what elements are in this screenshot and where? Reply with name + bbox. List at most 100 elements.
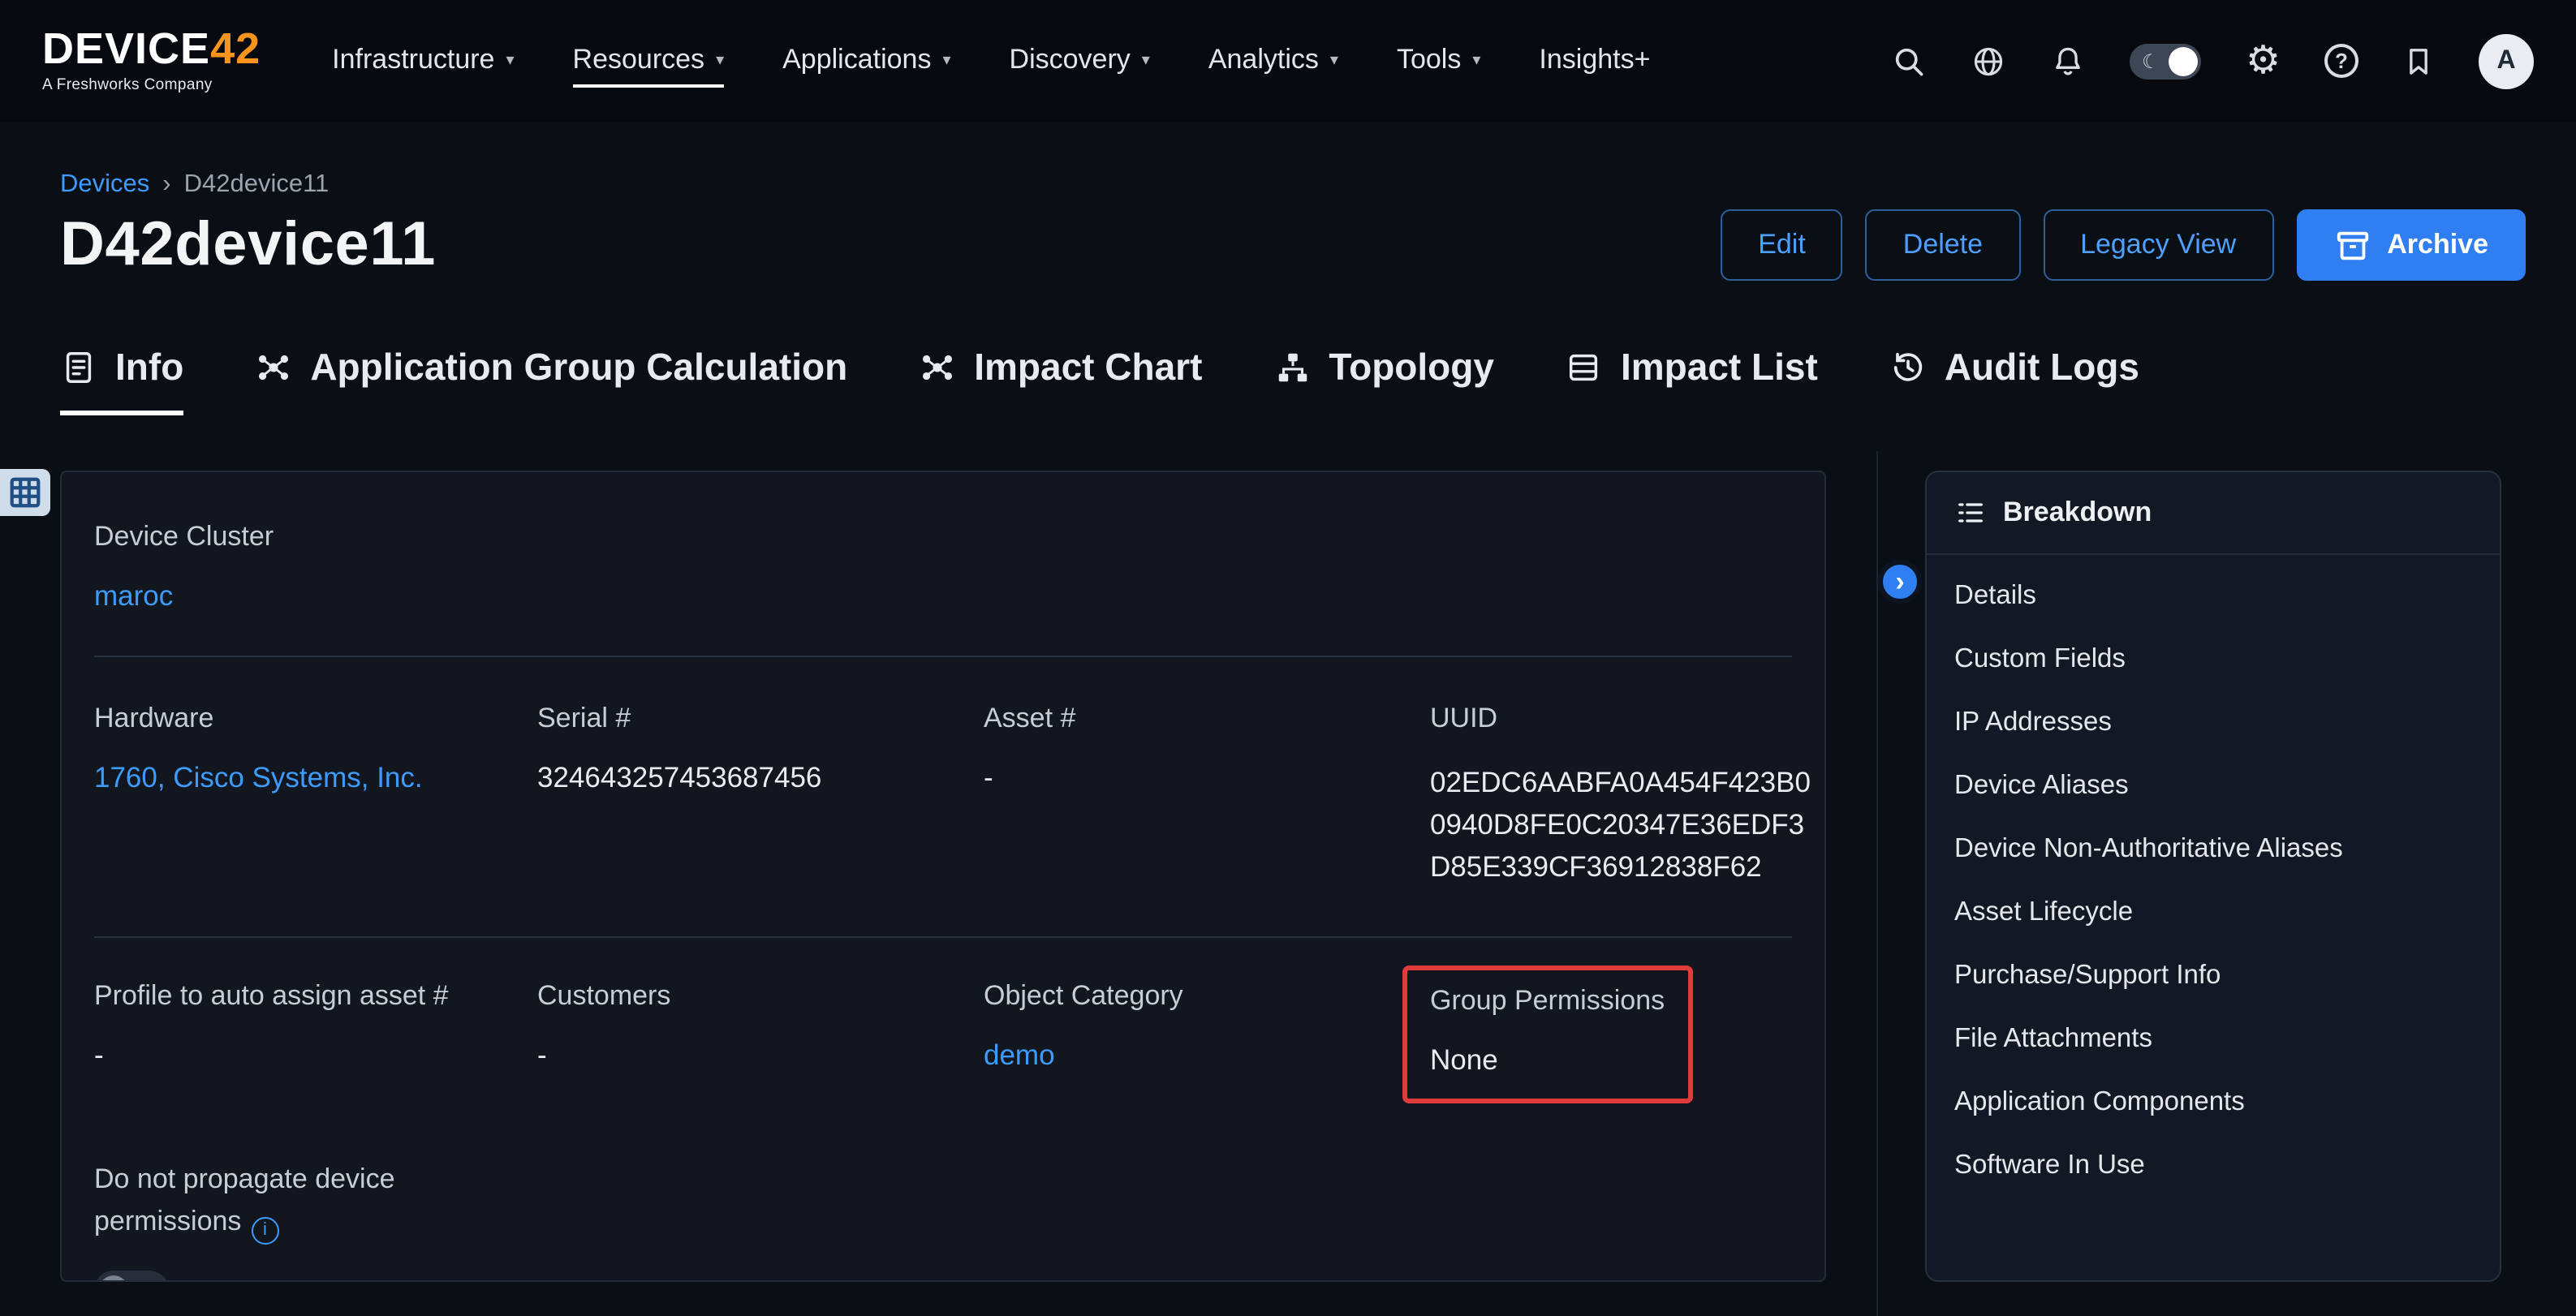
logo-subtitle: A Freshworks Company — [42, 76, 261, 94]
side-flyout-button[interactable] — [0, 469, 50, 516]
tab-application-group-calculation[interactable]: Application Group Calculation — [255, 346, 847, 415]
info-icon[interactable]: i — [251, 1216, 278, 1244]
theme-toggle[interactable]: ☾ — [2130, 43, 2202, 79]
breakdown-item-ip-addresses[interactable]: IP Addresses — [1927, 691, 2500, 755]
tab-label: Audit Logs — [1945, 346, 2139, 389]
tab-label: Topology — [1329, 346, 1494, 389]
nav-item-label: Tools — [1397, 43, 1461, 75]
chevron-down-icon: ▾ — [942, 52, 950, 70]
page-title: D42device11 — [60, 210, 436, 280]
tab-audit-logs[interactable]: Audit Logs — [1889, 346, 2139, 415]
serial-value: 324643257453687456 — [537, 761, 984, 795]
breadcrumb-devices-link[interactable]: Devices — [60, 170, 149, 200]
breakdown-item-asset-lifecycle[interactable]: Asset Lifecycle — [1927, 881, 2500, 944]
nav-item-label: Discovery — [1010, 43, 1131, 75]
propagate-permissions-label: Do not propagate device permissionsi — [94, 1159, 464, 1244]
note-icon — [60, 349, 97, 386]
group-permissions-highlight: Group Permissions None — [1402, 965, 1692, 1103]
divider — [94, 656, 1792, 657]
tab-impact-chart[interactable]: Impact Chart — [919, 346, 1202, 415]
tab-label: Info — [115, 346, 183, 389]
hierarchy-icon — [1273, 349, 1311, 386]
tab-label: Application Group Calculation — [310, 346, 847, 389]
device-cluster-value[interactable]: maroc — [94, 579, 1792, 613]
chevron-down-icon: ▾ — [1330, 52, 1338, 70]
breakdown-item-non-authoritative-aliases[interactable]: Device Non-Authoritative Aliases — [1927, 818, 2500, 881]
nav-item-discovery[interactable]: Discovery ▾ — [1010, 43, 1150, 87]
archive-button[interactable]: Archive — [2296, 209, 2526, 281]
gear-icon[interactable]: ⚙ — [2246, 41, 2281, 80]
uuid-value: 02EDC6AABFA0A454F423B00940D8FE0C20347E36… — [1430, 761, 1811, 888]
breakdown-item-software-in-use[interactable]: Software In Use — [1927, 1134, 2500, 1198]
edit-button[interactable]: Edit — [1721, 209, 1843, 281]
group-permissions-value: None — [1430, 1043, 1665, 1077]
breakdown-title: Breakdown — [2003, 497, 2152, 529]
search-icon[interactable] — [1892, 43, 1928, 79]
profile-auto-assign-value: - — [94, 1039, 537, 1073]
nav-item-infrastructure[interactable]: Infrastructure ▾ — [332, 43, 514, 87]
chevron-down-icon: ▾ — [1472, 52, 1480, 70]
profile-auto-assign-field: Profile to auto assign asset # - — [94, 980, 537, 1103]
device-details-panel: Device Cluster maroc Hardware 1760, Cisc… — [60, 471, 1826, 1282]
help-icon[interactable]: ? — [2324, 44, 2358, 78]
nav-item-applications[interactable]: Applications ▾ — [782, 43, 950, 87]
hardware-value[interactable]: 1760, Cisco Systems, Inc. — [94, 761, 537, 795]
customers-value: - — [537, 1039, 984, 1073]
archive-label: Archive — [2387, 229, 2488, 261]
globe-icon[interactable] — [1971, 43, 2007, 79]
network-nodes-icon — [255, 349, 292, 386]
logo-brand: DEVICE — [42, 24, 210, 73]
device42-app: DEVICE42 A Freshworks Company Infrastruc… — [0, 0, 2576, 1316]
delete-button[interactable]: Delete — [1866, 209, 2020, 281]
group-permissions-field: Group Permissions None — [1430, 980, 1792, 1103]
breakdown-item-purchase-support-info[interactable]: Purchase/Support Info — [1927, 944, 2500, 1008]
chevron-right-icon: › — [1895, 566, 1904, 598]
group-permissions-label: Group Permissions — [1430, 985, 1665, 1017]
serial-field: Serial # 324643257453687456 — [537, 703, 984, 888]
tab-topology[interactable]: Topology — [1273, 346, 1494, 415]
breadcrumb: Devices › D42device11 — [0, 170, 2576, 200]
tab-impact-list[interactable]: Impact List — [1566, 346, 1818, 415]
tab-info[interactable]: Info — [60, 346, 183, 415]
nav-item-resources[interactable]: Resources ▾ — [573, 43, 725, 87]
breakdown-item-custom-fields[interactable]: Custom Fields — [1927, 628, 2500, 691]
nav-item-analytics[interactable]: Analytics ▾ — [1208, 43, 1338, 87]
tab-bar: Info Application Group Calculation Impac… — [0, 346, 2576, 415]
nav-item-label: Applications — [782, 43, 931, 75]
top-navbar: DEVICE42 A Freshworks Company Infrastruc… — [0, 0, 2576, 122]
object-category-label: Object Category — [984, 980, 1430, 1013]
breadcrumb-current: D42device11 — [184, 170, 330, 200]
chevron-down-icon: ▾ — [1142, 52, 1150, 70]
tab-label: Impact Chart — [974, 346, 1202, 389]
toggle-knob — [99, 1275, 128, 1282]
object-category-value[interactable]: demo — [984, 1039, 1430, 1073]
asset-label: Asset # — [984, 703, 1430, 735]
bell-icon[interactable] — [2051, 43, 2087, 79]
breakdown-item-device-aliases[interactable]: Device Aliases — [1927, 755, 2500, 818]
nav-item-label: Insights+ — [1539, 43, 1650, 75]
propagate-permissions-toggle[interactable] — [94, 1270, 169, 1282]
navbar-utilities: ☾ ⚙ ? A — [1892, 33, 2534, 88]
collapse-panel-button[interactable]: › — [1878, 560, 1922, 604]
title-row: D42device11 Edit Delete Legacy View Arch… — [0, 200, 2576, 281]
nav-item-insights[interactable]: Insights+ — [1539, 43, 1650, 87]
moon-icon: ☾ — [2142, 49, 2160, 72]
nav-item-label: Infrastructure — [332, 43, 494, 75]
uuid-field: UUID 02EDC6AABFA0A454F423B00940D8FE0C203… — [1430, 703, 1811, 888]
bookmark-icon[interactable] — [2402, 45, 2435, 77]
chevron-down-icon: ▾ — [716, 52, 724, 70]
device42-logo[interactable]: DEVICE42 A Freshworks Company — [42, 28, 261, 94]
legacy-view-button[interactable]: Legacy View — [2043, 209, 2273, 281]
breadcrumb-separator: › — [162, 170, 170, 200]
breakdown-item-application-components[interactable]: Application Components — [1927, 1071, 2500, 1134]
uuid-label: UUID — [1430, 703, 1811, 735]
user-avatar[interactable]: A — [2479, 33, 2534, 88]
main-nav: Infrastructure ▾ Resources ▾ Application… — [332, 43, 1650, 79]
asset-field: Asset # - — [984, 703, 1430, 888]
object-category-field: Object Category demo — [984, 980, 1430, 1103]
breakdown-item-file-attachments[interactable]: File Attachments — [1927, 1008, 2500, 1071]
divider — [94, 936, 1792, 938]
breakdown-item-details[interactable]: Details — [1927, 565, 2500, 628]
breakdown-header: Breakdown — [1927, 472, 2500, 555]
nav-item-tools[interactable]: Tools ▾ — [1397, 43, 1480, 87]
